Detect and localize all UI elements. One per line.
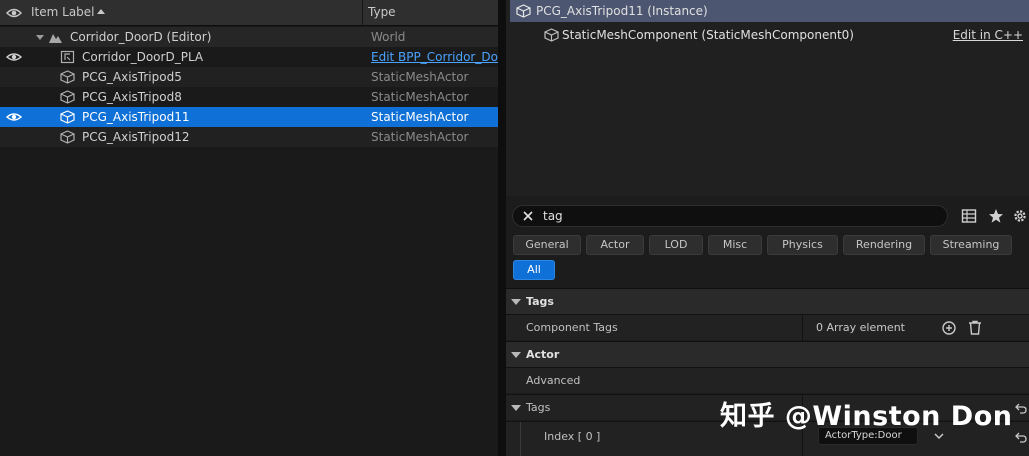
expand-arrow-icon[interactable]: [36, 35, 44, 40]
chevron-down-icon[interactable]: [934, 433, 944, 440]
outliner-item-label: PCG_AxisTripod11: [82, 110, 190, 124]
collapse-arrow-icon[interactable]: [511, 299, 521, 305]
collapse-arrow-icon[interactable]: [511, 352, 521, 358]
details-search-box[interactable]: [512, 205, 948, 227]
settings-gear-icon[interactable]: [1012, 208, 1028, 224]
component-tree: PCG_AxisTripod11 (Instance) StaticMeshCo…: [506, 0, 1029, 196]
column-divider[interactable]: [802, 315, 803, 341]
indent-bar: [520, 422, 521, 456]
outliner-item-label: Corridor_DoorD (Editor): [70, 30, 212, 44]
outliner-item-type: World: [371, 30, 406, 44]
property-row-component-tags: Component Tags 0 Array element: [506, 314, 1029, 341]
filter-rendering-button[interactable]: Rendering: [843, 235, 925, 255]
details-search-input[interactable]: [543, 208, 933, 224]
outliner-row-selected[interactable]: PCG_AxisTripod11 StaticMeshActor: [0, 107, 498, 127]
outliner-item-type: StaticMeshActor: [371, 110, 469, 124]
outliner-item-type: StaticMeshActor: [371, 70, 469, 84]
outliner-item-type: StaticMeshActor: [371, 90, 469, 104]
section-title: Tags: [526, 295, 554, 308]
outliner-item-type: StaticMeshActor: [371, 130, 469, 144]
table-view-icon[interactable]: [961, 208, 977, 224]
advanced-label: Advanced: [526, 374, 581, 387]
outliner-row[interactable]: PCG_AxisTripod5 StaticMeshActor: [0, 67, 498, 87]
reset-to-default-icon[interactable]: [1015, 403, 1027, 414]
outliner-item-label: Corridor_DoorD_PLA: [82, 50, 204, 64]
edit-in-cpp-link[interactable]: Edit in C++: [953, 28, 1023, 42]
outliner-item-label: PCG_AxisTripod5: [82, 70, 182, 84]
static-mesh-cube-icon: [516, 4, 531, 18]
outliner-row[interactable]: PCG_AxisTripod8 StaticMeshActor: [0, 87, 498, 107]
visibility-eye-icon[interactable]: [6, 51, 22, 63]
static-mesh-cube-icon: [60, 130, 75, 144]
filter-all-button[interactable]: All: [513, 260, 555, 280]
sort-ascending-icon[interactable]: [97, 9, 105, 14]
details-panel: PCG_AxisTripod11 (Instance) StaticMeshCo…: [506, 0, 1029, 456]
world-outliner: Item Label Type Corridor_DoorD (Editor) …: [0, 0, 498, 456]
array-index-label: Index [ 0 ]: [544, 430, 601, 443]
visibility-eye-icon[interactable]: [6, 111, 22, 123]
outliner-row[interactable]: PCG_AxisTripod12 StaticMeshActor: [0, 127, 498, 147]
visibility-eye-icon[interactable]: [6, 6, 22, 20]
static-mesh-component-icon: [544, 28, 559, 42]
section-tags-header[interactable]: Tags: [506, 288, 1029, 314]
array-element-count: 0 Array element: [816, 321, 905, 334]
filter-physics-button[interactable]: Physics: [767, 235, 838, 255]
static-mesh-cube-icon: [60, 90, 75, 104]
section-title: Actor: [526, 348, 560, 361]
panel-splitter[interactable]: [498, 0, 506, 456]
outliner-item-label: PCG_AxisTripod12: [82, 130, 190, 144]
clear-search-icon[interactable]: [522, 210, 534, 222]
section-actor-header[interactable]: Actor: [506, 341, 1029, 367]
static-mesh-cube-icon: [60, 70, 75, 84]
component-row-static-mesh[interactable]: StaticMeshComponent (StaticMeshComponent…: [510, 24, 1029, 46]
column-divider[interactable]: [362, 0, 363, 26]
type-column-header[interactable]: Type: [368, 5, 396, 19]
filter-lod-button[interactable]: LOD: [649, 235, 703, 255]
outliner-header: Item Label Type: [0, 0, 498, 26]
property-label: Tags: [526, 401, 551, 414]
watermark: 知乎 @Winston Don: [720, 401, 1013, 432]
static-mesh-cube-icon: [60, 110, 75, 124]
outliner-row-world[interactable]: Corridor_DoorD (Editor) World: [0, 27, 498, 47]
item-label-column-header[interactable]: Item Label: [31, 5, 95, 19]
add-element-icon[interactable]: [942, 321, 956, 335]
outliner-item-label: PCG_AxisTripod8: [82, 90, 182, 104]
component-instance-label: PCG_AxisTripod11 (Instance): [536, 4, 708, 18]
expand-arrow-icon[interactable]: [511, 405, 521, 411]
favorites-star-icon[interactable]: [988, 208, 1004, 224]
filter-general-button[interactable]: General: [513, 235, 581, 255]
reset-to-default-icon[interactable]: [1015, 432, 1027, 443]
filter-streaming-button[interactable]: Streaming: [930, 235, 1012, 255]
outliner-row[interactable]: Corridor_DoorD_PLA Edit BPP_Corridor_Doo…: [0, 47, 498, 67]
component-row-instance[interactable]: PCG_AxisTripod11 (Instance): [510, 0, 1029, 22]
property-row-advanced[interactable]: Advanced: [506, 367, 1029, 393]
edit-blueprint-link[interactable]: Edit BPP_Corridor_Door: [371, 50, 498, 64]
filter-misc-button[interactable]: Misc: [708, 235, 762, 255]
blueprint-actor-icon: [60, 50, 75, 64]
world-level-icon: [49, 34, 62, 43]
delete-trash-icon[interactable]: [968, 320, 982, 335]
filter-actor-button[interactable]: Actor: [586, 235, 644, 255]
component-label: StaticMeshComponent (StaticMeshComponent…: [562, 28, 854, 42]
property-label: Component Tags: [526, 321, 618, 334]
